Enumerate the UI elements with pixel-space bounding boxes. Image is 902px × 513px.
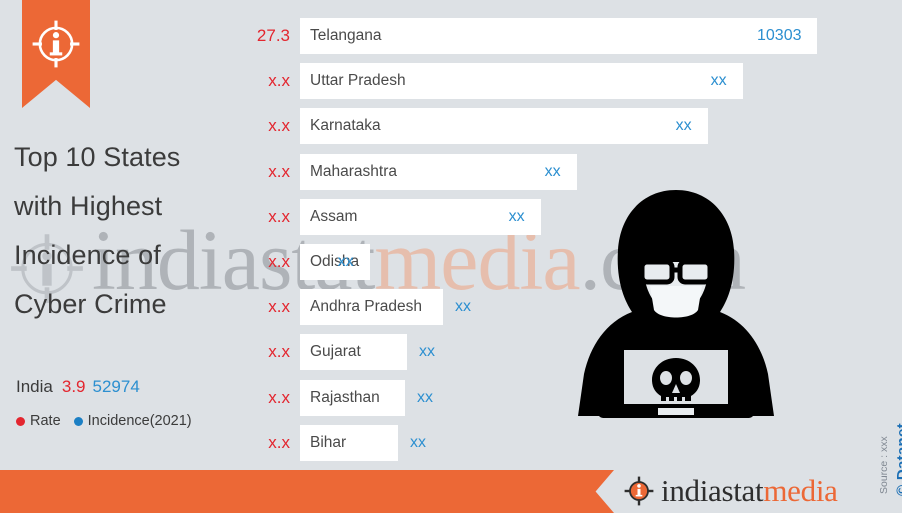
rate-value: x.x [268,432,290,452]
rate-value: x.x [268,342,290,362]
chart-row: x.x Uttar Pradesh xx [0,63,902,100]
state-label: Maharashtra [310,162,398,180]
rate-value: x.x [268,252,290,271]
source-text: Source : xxx [878,436,890,494]
incidence-value: xx [337,253,354,270]
source-strip: © Datanet Source : xxx [872,336,902,496]
chart-row: 27.3 Telangana 10303 [0,18,902,54]
incidence-value: xx [419,343,435,361]
infographic-canvas: indiastatmedia.com Top 10 States with Hi… [0,0,902,513]
chart-row: x.x Maharashtra xx [0,153,902,190]
rate-value: x.x [268,206,290,226]
state-label: Telangana [310,27,382,44]
incidence-value: xx [455,298,471,316]
footer-band [0,470,614,513]
copyright-datanet: © Datanet [894,423,902,496]
incidence-value: xx [410,433,426,451]
info-target-icon [32,20,80,68]
rate-value: x.x [268,71,290,91]
rate-value: 27.3 [256,26,290,45]
rate-value: x.x [268,116,290,136]
logo-target-icon [624,476,654,506]
state-label: Andhra Pradesh [310,298,423,316]
rate-value: x.x [268,297,290,317]
incidence-value: xx [544,162,561,180]
state-label: Assam [310,207,358,225]
footer-logo-part-a: indiastat [661,473,764,508]
chart-row: x.x Karnataka xx [0,108,902,145]
state-label: Uttar Pradesh [310,72,406,90]
state-label: Rajasthan [310,388,380,406]
rate-value: x.x [268,387,290,407]
footer-logo-part-b: media [763,473,838,508]
chart-row: x.x Bihar xx [0,424,902,461]
incidence-value: xx [508,207,525,225]
incidence-value: xx [417,388,433,406]
state-label: Bihar [310,433,347,451]
incidence-value: xx [710,72,727,90]
incidence-value: 10303 [757,27,802,44]
state-label: Gujarat [310,343,361,361]
rate-value: x.x [268,161,290,181]
footer-logo[interactable]: indiastatmedia [624,468,838,513]
hacker-illustration-icon [578,190,774,418]
incidence-value: xx [675,117,692,135]
state-label: Karnataka [310,117,381,135]
